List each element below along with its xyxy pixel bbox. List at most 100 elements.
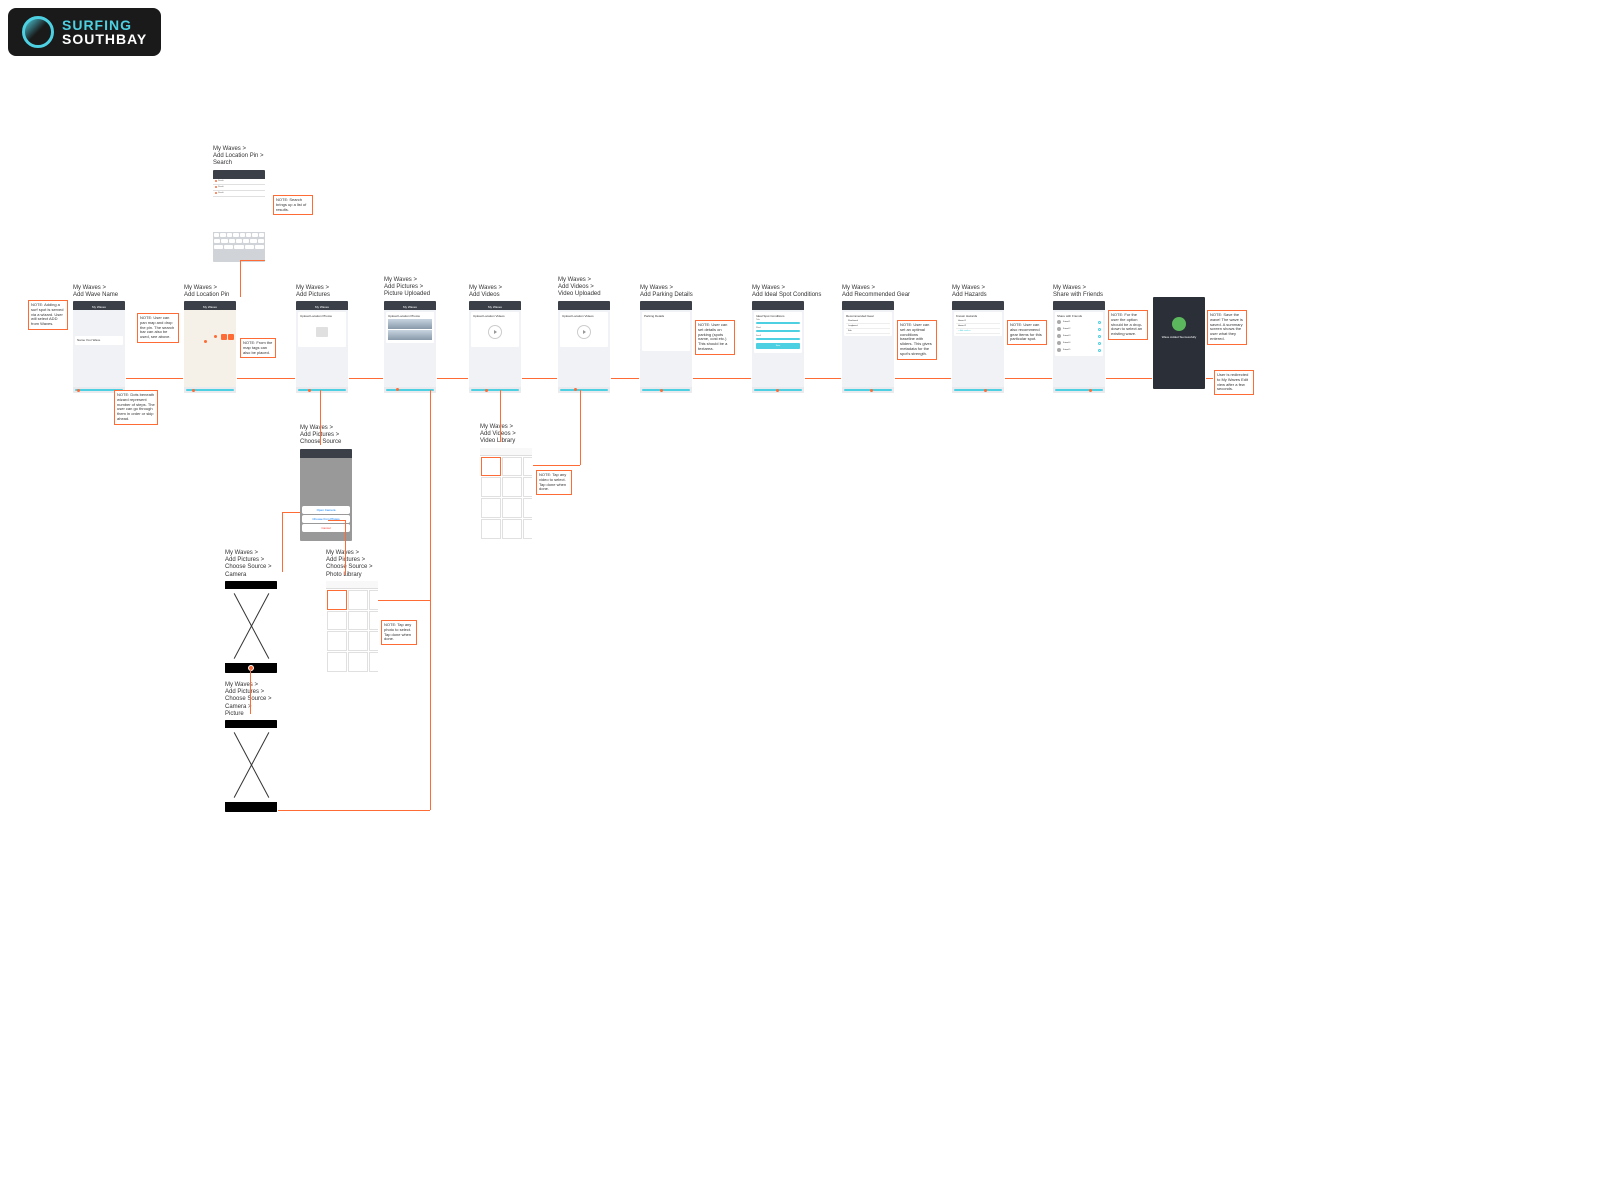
connector [126, 378, 183, 379]
video-cell[interactable] [523, 457, 533, 477]
connector [1005, 378, 1052, 379]
photo-cell[interactable] [369, 590, 379, 610]
photo-cell[interactable] [348, 652, 368, 672]
map-pin-icon[interactable] [214, 335, 217, 338]
cancel-button[interactable]: Cancel [302, 524, 350, 532]
nav-title: My Waves [298, 305, 346, 309]
photo-cell[interactable] [327, 611, 347, 631]
camera-button[interactable]: Open Camera [302, 506, 350, 514]
name-input[interactable]: Name Your Wave [77, 338, 121, 342]
map-tag-icon[interactable] [228, 334, 234, 340]
card-title: Recommended Gear [846, 314, 890, 318]
avatar [1057, 348, 1061, 352]
photo-cell[interactable] [327, 590, 347, 610]
slider[interactable] [756, 322, 800, 324]
video-cell[interactable] [481, 457, 501, 477]
slider[interactable] [756, 338, 800, 340]
friend-row[interactable]: Friend 4 [1057, 340, 1101, 346]
card-title: Parking Details [644, 314, 688, 318]
screen-hazards: My Waves > Add Hazards Known Hazards Haz… [952, 285, 1004, 393]
screen-add-name: My Waves > Add Wave Name My Waves Name Y… [73, 285, 125, 393]
checkbox[interactable] [1098, 321, 1101, 324]
connector [1106, 378, 1152, 379]
label: My Waves > Add Parking Details [640, 285, 693, 299]
note-3: NOTE: User can pan map and drop the pin.… [137, 313, 179, 343]
slider-label: Wind [756, 327, 800, 329]
photo-grid [326, 589, 378, 673]
upload-picture-button[interactable] [300, 319, 344, 345]
pin-icon [215, 180, 217, 182]
avatar [1057, 327, 1061, 331]
video-cell[interactable] [502, 477, 522, 497]
video-grid [480, 456, 532, 540]
video-cell[interactable] [523, 477, 533, 497]
screen-success: Wave Added Successfully [1153, 297, 1205, 389]
friend-row[interactable]: Friend 5 [1057, 347, 1101, 353]
photo-cell[interactable] [327, 652, 347, 672]
friend-row[interactable]: Friend 2 [1057, 326, 1101, 332]
video-cell[interactable] [523, 498, 533, 518]
checkbox[interactable] [1098, 349, 1101, 352]
friend-row[interactable]: Friend 3 [1057, 333, 1101, 339]
keyboard[interactable] [213, 232, 265, 262]
friend-row[interactable]: Friend 1 [1057, 319, 1101, 325]
screen-parking: My Waves > Add Parking Details Parking D… [640, 285, 693, 393]
save-button[interactable]: Save [756, 343, 800, 349]
shutter-button[interactable] [248, 665, 254, 671]
photo-thumbnail[interactable] [388, 330, 432, 340]
label: My Waves > Add Pictures > Choose Source … [225, 682, 277, 718]
nav-title: My Waves [471, 305, 519, 309]
connector [240, 260, 265, 261]
video-cell[interactable] [502, 457, 522, 477]
screen-video-uploaded: My Waves > Add Videos > Video Uploaded U… [558, 277, 610, 393]
connector [237, 378, 295, 379]
photo-cell[interactable] [348, 611, 368, 631]
photo-cell[interactable] [327, 631, 347, 651]
screen-share: My Waves > Share with Friends Share with… [1053, 285, 1105, 393]
photo-cell[interactable] [369, 652, 379, 672]
connector [611, 378, 639, 379]
slider-label: Swell [756, 335, 800, 337]
upload-video-button[interactable] [473, 319, 517, 345]
map-pin-icon[interactable] [204, 340, 207, 343]
photo-cell[interactable] [369, 611, 379, 631]
video-cell[interactable] [523, 519, 533, 539]
slider[interactable] [756, 330, 800, 332]
connector [282, 512, 283, 572]
label: My Waves > Add Pictures > Picture Upload… [384, 277, 436, 299]
photos-button[interactable]: Choose from Photos [302, 515, 350, 523]
map-tag-icon[interactable] [221, 334, 227, 340]
note-9: NOTE: User can set an optimal conditions… [897, 320, 937, 360]
photo-thumbnail[interactable] [388, 319, 432, 329]
map-view[interactable] [184, 310, 236, 387]
video-cell[interactable] [481, 519, 501, 539]
parking-textarea[interactable] [644, 319, 688, 349]
checkbox[interactable] [1098, 335, 1101, 338]
photo-cell[interactable] [348, 631, 368, 651]
video-cell[interactable] [502, 519, 522, 539]
connector [1206, 378, 1213, 379]
gear-item[interactable]: Fish [846, 329, 890, 334]
label: My Waves > Add Videos > Video Uploaded [558, 277, 610, 299]
checkbox[interactable] [1098, 328, 1101, 331]
logo-top: SURFING [62, 18, 147, 32]
video-cell[interactable] [481, 498, 501, 518]
connector [349, 378, 383, 379]
connector [240, 260, 241, 297]
add-hazard-button[interactable]: + Add another [956, 329, 1000, 334]
card-title: Known Hazards [956, 314, 1000, 318]
checkbox[interactable] [1098, 342, 1101, 345]
photo-cell[interactable] [369, 631, 379, 651]
photo-cell[interactable] [348, 590, 368, 610]
play-icon [577, 325, 591, 339]
search-result[interactable]: Result [213, 191, 265, 197]
note-12: NOTE: Save the wave! The wave is saved. … [1207, 310, 1247, 345]
video-cell[interactable] [502, 498, 522, 518]
card-title: Share with Friends [1057, 314, 1101, 318]
video-cell[interactable] [481, 477, 501, 497]
video-thumbnail[interactable] [562, 319, 606, 345]
connector [250, 670, 251, 714]
note-1: NOTE: Adding a surf spot is served via a… [28, 300, 68, 330]
logo-icon [22, 16, 54, 48]
note-2: NOTE: Dots beneath wizard represent numb… [114, 390, 158, 425]
